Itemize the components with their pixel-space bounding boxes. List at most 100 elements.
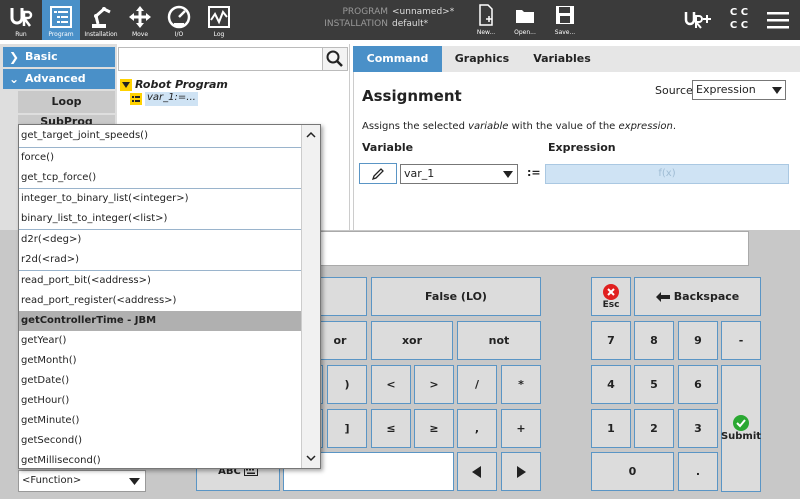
- rbracket-key[interactable]: ]: [327, 409, 367, 448]
- list-item[interactable]: integer_to_binary_list(<integer>): [19, 188, 302, 208]
- program-icon: [50, 6, 72, 28]
- arrow-left-icon: [472, 465, 481, 478]
- collapse-triangle-icon[interactable]: [120, 79, 132, 91]
- loop-node-button[interactable]: Loop: [18, 91, 115, 113]
- cursor-left-key[interactable]: [457, 452, 497, 491]
- list-item[interactable]: getHour(): [19, 391, 302, 411]
- digit-3-key[interactable]: 3: [678, 409, 718, 448]
- greater-equal-key[interactable]: ≥: [414, 409, 454, 448]
- tab-command[interactable]: Command: [353, 46, 442, 72]
- digit-4-key[interactable]: 4: [591, 365, 631, 404]
- program-info: PROGRAM <unnamed>* INSTALLATION default*: [324, 7, 455, 29]
- basic-category[interactable]: ❯ Basic: [3, 47, 115, 67]
- list-item[interactable]: getYear(): [19, 331, 302, 351]
- backspace-arrow-icon: [655, 291, 670, 302]
- expression-field[interactable]: f(x): [545, 164, 789, 184]
- decimal-point-key[interactable]: .: [678, 452, 718, 491]
- program-tab-button[interactable]: Program: [42, 0, 80, 40]
- digit-5-key[interactable]: 5: [634, 365, 674, 404]
- comma-key[interactable]: ,: [457, 409, 497, 448]
- list-item[interactable]: get_target_joint_speeds(): [19, 126, 302, 146]
- list-item[interactable]: force(): [19, 147, 302, 167]
- edit-variable-button[interactable]: [359, 163, 397, 184]
- tree-root-robot-program[interactable]: Robot Program: [135, 78, 228, 91]
- list-item[interactable]: getMillisecond(): [19, 451, 302, 471]
- log-chart-icon: [208, 6, 230, 28]
- digit-1-key[interactable]: 1: [591, 409, 631, 448]
- function-select[interactable]: <Function>: [18, 470, 146, 492]
- tab-graphics[interactable]: Graphics: [442, 46, 522, 72]
- command-description: Assigns the selected variable with the v…: [362, 121, 677, 132]
- chevron-down-icon: [306, 455, 316, 462]
- installation-tab-button[interactable]: Installation: [82, 0, 120, 40]
- new-button[interactable]: New...: [470, 4, 502, 38]
- list-item[interactable]: getMinute(): [19, 411, 302, 431]
- backspace-key[interactable]: Backspace: [634, 277, 761, 316]
- plus-key[interactable]: +: [501, 409, 541, 448]
- assignment-node-icon: [130, 93, 142, 105]
- chevron-up-icon: [306, 131, 316, 138]
- chevron-down-icon: ⌄: [9, 72, 20, 86]
- variable-select[interactable]: var_1: [400, 164, 518, 184]
- digit-9-key[interactable]: 9: [678, 321, 718, 360]
- tab-variables[interactable]: Variables: [522, 46, 602, 72]
- less-equal-key[interactable]: ≤: [371, 409, 411, 448]
- io-tab-button[interactable]: I/O: [160, 0, 198, 40]
- digit-2-key[interactable]: 2: [634, 409, 674, 448]
- list-item[interactable]: get_tcp_force(): [19, 168, 302, 188]
- dropdown-arrow-icon: [503, 171, 513, 178]
- search-icon: [326, 50, 343, 67]
- advanced-category[interactable]: ⌄ Advanced: [3, 69, 115, 89]
- list-item[interactable]: read_port_bit(<address>): [19, 270, 302, 290]
- less-than-key[interactable]: <: [371, 365, 411, 404]
- digit-8-key[interactable]: 8: [634, 321, 674, 360]
- list-item[interactable]: d2r(<deg>): [19, 229, 302, 249]
- save-button[interactable]: Save...: [549, 4, 581, 38]
- digit-0-key[interactable]: 0: [591, 452, 674, 491]
- pencil-icon: [371, 168, 384, 181]
- move-tab-button[interactable]: Move: [121, 0, 159, 40]
- expression-display[interactable]: [305, 231, 749, 266]
- list-item-selected[interactable]: getControllerTime - JBM: [19, 311, 302, 331]
- tree-node-var1[interactable]: var_1:=...: [145, 92, 198, 106]
- function-dropdown-list: get_target_joint_speeds() force() get_tc…: [18, 124, 321, 469]
- list-item[interactable]: getDate(): [19, 371, 302, 391]
- assign-operator: :=: [527, 166, 541, 179]
- command-tabs: Command Graphics Variables: [353, 46, 800, 72]
- dropdown-arrow-icon: [129, 478, 140, 485]
- source-label: Source: [655, 84, 693, 97]
- esc-key[interactable]: Esc: [591, 277, 631, 316]
- xor-key[interactable]: xor: [371, 321, 453, 360]
- search-button[interactable]: [322, 47, 348, 71]
- digit-7-key[interactable]: 7: [591, 321, 631, 360]
- cursor-right-key[interactable]: [501, 452, 541, 491]
- digit-6-key[interactable]: 6: [678, 365, 718, 404]
- search-input[interactable]: [118, 47, 324, 71]
- greater-than-key[interactable]: >: [414, 365, 454, 404]
- submit-key[interactable]: Submit: [721, 365, 761, 492]
- new-file-icon: [479, 4, 493, 26]
- dropdown-arrow-icon: [772, 87, 782, 94]
- hamburger-menu-icon[interactable]: [767, 10, 789, 30]
- source-select[interactable]: Expression: [692, 80, 786, 100]
- list-item[interactable]: getSecond(): [19, 431, 302, 451]
- ur-plus-icon[interactable]: [684, 9, 712, 31]
- false-lo-key[interactable]: False (LO): [371, 277, 541, 316]
- minus-key[interactable]: -: [721, 321, 761, 360]
- command-title: Assignment: [362, 87, 462, 105]
- list-item[interactable]: read_port_register(<address>): [19, 291, 302, 311]
- dropdown-scrollbar[interactable]: [301, 125, 320, 468]
- list-item[interactable]: getMonth(): [19, 351, 302, 371]
- checkmark-icon: [733, 415, 749, 431]
- move-arrows-icon: [129, 6, 151, 28]
- chevron-right-icon: ❯: [9, 50, 20, 64]
- list-item[interactable]: r2d(<rad>): [19, 250, 302, 270]
- log-tab-button[interactable]: Log: [200, 0, 238, 40]
- multiply-key[interactable]: *: [501, 365, 541, 404]
- rparen-key[interactable]: ): [327, 365, 367, 404]
- speed-cc-indicator[interactable]: C C C C: [724, 6, 754, 34]
- divide-key[interactable]: /: [457, 365, 497, 404]
- not-key[interactable]: not: [457, 321, 541, 360]
- list-item[interactable]: binary_list_to_integer(<list>): [19, 209, 302, 229]
- open-button[interactable]: Open...: [509, 4, 541, 38]
